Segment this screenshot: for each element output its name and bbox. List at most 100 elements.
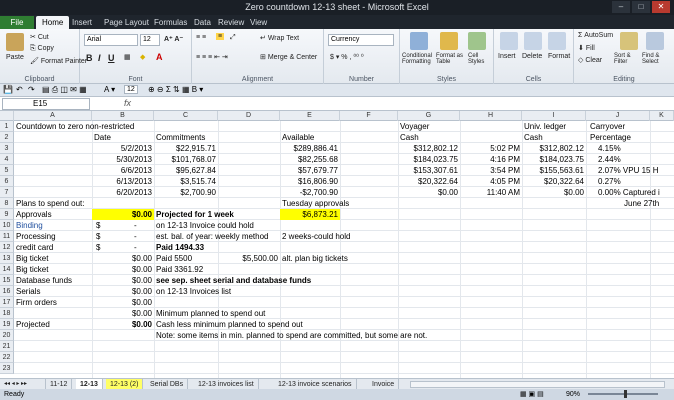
cell-styles-button[interactable]: Cell Styles — [468, 53, 492, 65]
row-header[interactable]: 15 — [0, 275, 14, 286]
minimize-icon[interactable]: – — [612, 1, 630, 13]
cell-b14[interactable]: $0.00 — [92, 264, 152, 275]
tab-file[interactable]: File — [0, 16, 34, 29]
cell-e5[interactable]: $57,679.77 — [280, 165, 338, 176]
clear-button[interactable]: ◇ Clear — [578, 56, 602, 64]
cell-c10[interactable]: on 12-13 Invoice could hold — [156, 220, 254, 231]
format-painter-button[interactable]: 🖌 Format Painter — [30, 57, 87, 65]
cell-a19[interactable]: Projected — [16, 319, 50, 330]
format-button[interactable]: Format — [548, 53, 570, 60]
cell-b10-symbol[interactable]: $ — [96, 220, 100, 231]
cell-c20[interactable]: Note: some items in min. planned to spen… — [156, 330, 427, 341]
cell-e2[interactable]: Available — [282, 132, 314, 143]
cell-i2[interactable]: Cash — [524, 132, 543, 143]
row-header[interactable]: 23 — [0, 363, 14, 374]
tab-formulas[interactable]: Formulas — [148, 16, 193, 29]
cell-b19[interactable]: $0.00 — [92, 319, 152, 330]
row-header[interactable]: 7 — [0, 187, 14, 198]
tab-home[interactable]: Home — [36, 16, 70, 29]
cell-b6[interactable]: 6/13/2013 — [92, 176, 152, 187]
row-header[interactable]: 19 — [0, 319, 14, 330]
paste-icon[interactable] — [6, 33, 24, 51]
row-header[interactable]: 6 — [0, 176, 14, 187]
qat-tools-icons[interactable]: ⊕ ⊖ Σ ⇅ ▦ B ▾ — [148, 85, 203, 94]
close-icon[interactable]: ✕ — [652, 1, 670, 13]
column-header[interactable]: D — [218, 111, 280, 121]
undo-icon[interactable]: ↶ — [16, 85, 23, 94]
column-header[interactable]: F — [340, 111, 398, 121]
row-header[interactable]: 21 — [0, 341, 14, 352]
row-header[interactable]: 1 — [0, 121, 14, 132]
font-color-icon[interactable]: A ▾ — [104, 85, 115, 94]
bold-button[interactable]: B — [86, 53, 93, 63]
underline-button[interactable]: U — [108, 53, 115, 63]
column-header[interactable]: K — [650, 111, 674, 121]
cell-g3[interactable]: $312,802.12 — [398, 143, 459, 154]
format-cells-icon[interactable] — [548, 32, 566, 50]
align-top-icon[interactable]: ≡ ≡ — [196, 34, 206, 41]
cell-c9[interactable]: Projected for 1 week — [156, 209, 234, 220]
select-all-corner[interactable] — [0, 111, 14, 121]
cell-j7[interactable]: 0.00% Captured i — [598, 187, 660, 198]
font-name-select[interactable]: Arial — [84, 34, 138, 46]
column-header[interactable]: C — [154, 111, 218, 121]
cell-e3[interactable]: $289,886.41 — [280, 143, 339, 154]
cell-b13[interactable]: $0.00 — [92, 253, 152, 264]
row-header[interactable]: 13 — [0, 253, 14, 264]
cell-c19[interactable]: Cash less minimum planned to spend out — [156, 319, 303, 330]
row-header[interactable]: 2 — [0, 132, 14, 143]
cell-c6[interactable]: $3,515.74 — [154, 176, 216, 187]
sort-filter-icon[interactable] — [620, 32, 638, 50]
cell-h7[interactable]: 11:40 AM — [460, 187, 520, 198]
cell-b18[interactable]: $0.00 — [92, 308, 152, 319]
cell-c15[interactable]: see sep. sheet serial and database funds — [156, 275, 311, 286]
merge-center-button[interactable]: ⊞ Merge & Center — [260, 53, 317, 61]
cell-a14[interactable]: Big ticket — [16, 264, 48, 275]
horizontal-scrollbar[interactable] — [410, 381, 665, 388]
align-middle-icon[interactable]: ≡ — [216, 33, 225, 40]
cell-b2[interactable]: Date — [94, 132, 111, 143]
cell-c12[interactable]: Paid 1494.33 — [156, 242, 204, 253]
zoom-slider-thumb[interactable] — [624, 390, 627, 398]
cell-j3[interactable]: 4.15% — [598, 143, 621, 154]
cell-g1[interactable]: Voyager — [400, 121, 429, 132]
row-header[interactable]: 11 — [0, 231, 14, 242]
cell-c13[interactable]: Paid 5500 — [156, 253, 192, 264]
column-header[interactable]: I — [522, 111, 586, 121]
italic-button[interactable]: I — [98, 53, 101, 63]
column-header[interactable]: E — [280, 111, 340, 121]
cut-button[interactable]: ✂ Cut — [30, 33, 49, 41]
cell-j2[interactable]: Percentage — [590, 132, 631, 143]
cell-e8[interactable]: Tuesday approvals — [282, 198, 349, 209]
qat-font-size[interactable]: 12 — [124, 85, 138, 94]
cell-b9[interactable]: $0.00 — [92, 209, 152, 220]
cell-c18[interactable]: Minimum planned to spend out — [156, 308, 265, 319]
align-left-icon[interactable]: ≡ ≡ ≡ ⇤ ⇥ — [196, 53, 228, 61]
cell-c16[interactable]: on 12-13 Invoices list — [156, 286, 231, 297]
cell-a10[interactable]: Binding — [16, 220, 43, 231]
insert-cells-icon[interactable] — [500, 32, 518, 50]
fill-button[interactable]: ⬇ Fill — [578, 44, 595, 52]
conditional-formatting-icon[interactable] — [410, 32, 428, 50]
cell-h5[interactable]: 3:54 PM — [460, 165, 520, 176]
row-header[interactable]: 8 — [0, 198, 14, 209]
cell-e6[interactable]: $16,806.90 — [280, 176, 338, 187]
cell-g6[interactable]: $20,322.64 — [398, 176, 458, 187]
cell-b15[interactable]: $0.00 — [92, 275, 152, 286]
sort-filter-button[interactable]: Sort & Filter — [614, 53, 642, 65]
cell-e11[interactable]: 2 weeks-could hold — [282, 231, 350, 242]
cell-a16[interactable]: Serials — [16, 286, 40, 297]
cell-styles-icon[interactable] — [468, 32, 486, 50]
cell-c3[interactable]: $22,915.71 — [154, 143, 216, 154]
toolbar-icons[interactable]: ▤ ⎙ ◫ ✉ ▦ — [42, 85, 87, 95]
column-header[interactable]: H — [460, 111, 522, 121]
row-header[interactable]: 22 — [0, 352, 14, 363]
column-header[interactable]: A — [14, 111, 92, 121]
cell-d13[interactable]: $5,500.00 — [218, 253, 278, 264]
borders-icon[interactable]: ▦ — [124, 53, 131, 61]
delete-button[interactable]: Delete — [522, 53, 542, 60]
grow-font-icon[interactable]: A⁺ A⁻ — [164, 35, 183, 43]
cell-g7[interactable]: $0.00 — [398, 187, 458, 198]
row-header[interactable]: 12 — [0, 242, 14, 253]
cell-g5[interactable]: $153,307.61 — [398, 165, 459, 176]
